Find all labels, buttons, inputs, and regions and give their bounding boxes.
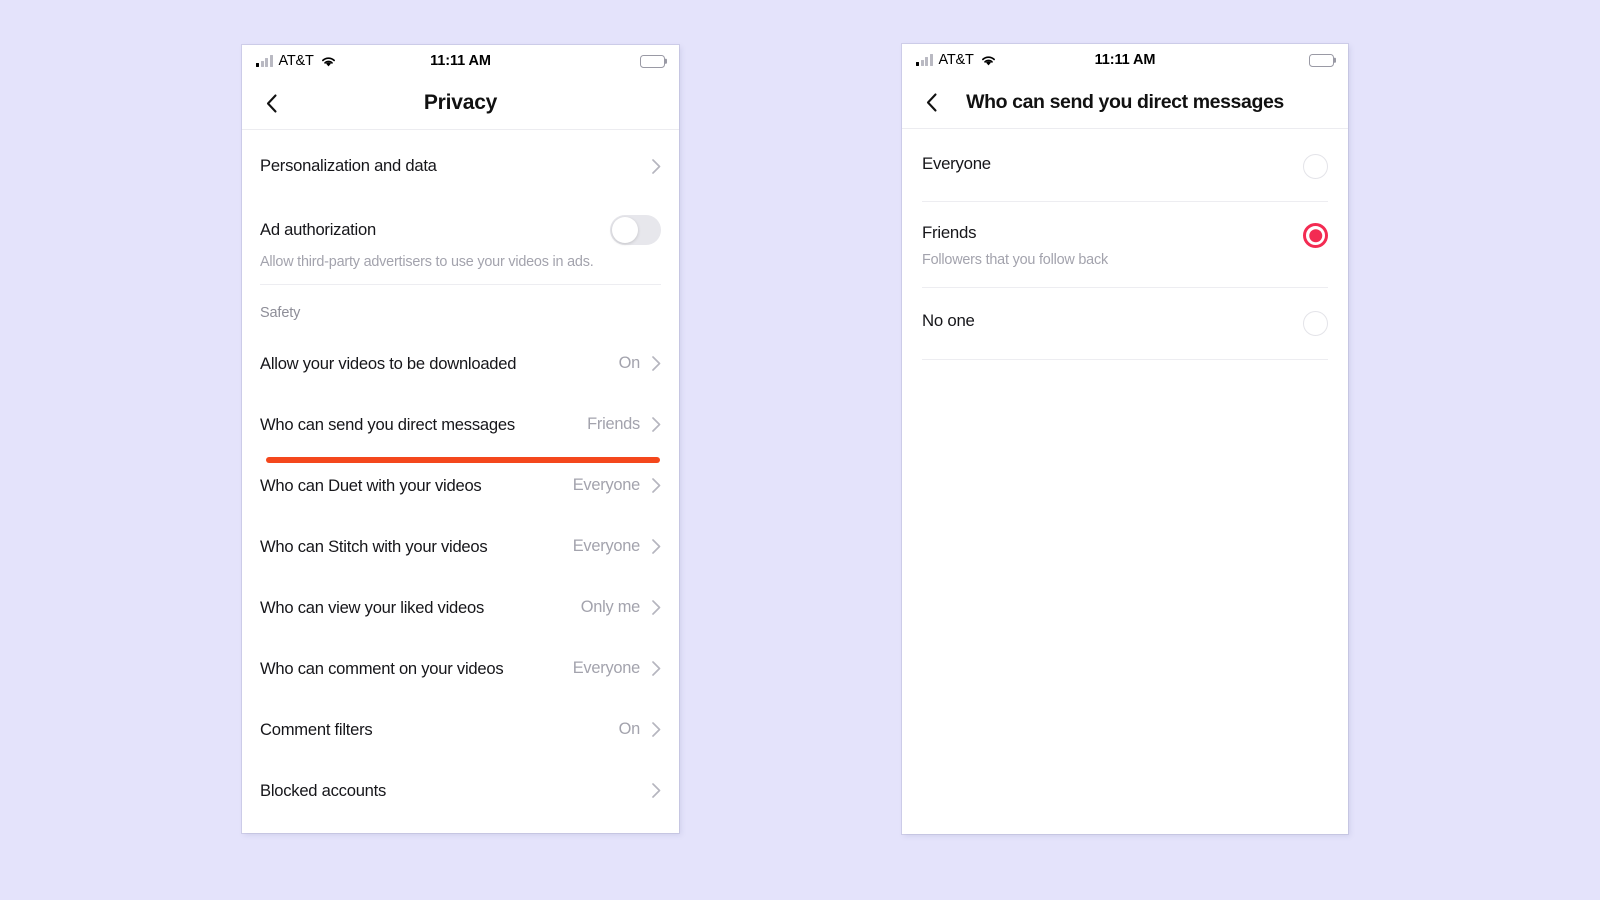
row-who-can-view-liked-videos[interactable]: Who can view your liked videos Only me [260,577,661,638]
back-button[interactable] [258,90,284,116]
option-label: No one [922,311,975,331]
row-label: Blocked accounts [260,780,387,800]
status-bar-right-group [1309,53,1334,67]
row-subtitle: Allow third-party advertisers to use you… [260,254,594,270]
phone-dm-options-screen: AT&T 11:11 AM Who can send you direct me… [902,44,1348,834]
option-no-one[interactable]: No one [922,288,1328,337]
row-who-can-duet[interactable]: Who can Duet with your videos Everyone [260,455,661,516]
divider [922,359,1328,361]
back-button[interactable] [918,89,944,115]
option-friends[interactable]: Friends Followers that you follow back [922,202,1328,268]
row-label: Comment filters [260,719,373,739]
row-value: Everyone [572,476,641,494]
status-bar-left-group: AT&T [256,53,337,69]
row-label: Ad authorization [260,220,376,239]
signal-bars-icon [916,54,933,66]
row-who-can-stitch[interactable]: Who can Stitch with your videos Everyone [260,516,661,577]
row-value: Everyone [572,659,641,677]
chevron-right-icon [652,158,661,174]
carrier-label: AT&T [938,52,974,68]
battery-icon [640,54,665,68]
status-bar-right-group [640,54,665,68]
radio-no-one[interactable] [1303,311,1328,337]
status-bar-left: AT&T 11:11 AM [242,45,679,77]
wifi-icon [320,55,337,68]
row-allow-videos-downloaded[interactable]: Allow your videos to be downloaded On [260,333,661,394]
wifi-icon [980,54,997,67]
chevron-right-icon [652,722,661,737]
chevron-left-icon [926,92,937,112]
row-who-can-comment[interactable]: Who can comment on your videos Everyone [260,638,661,699]
row-who-can-send-direct-messages[interactable]: Who can send you direct messages Friends [260,394,661,463]
option-everyone[interactable]: Everyone [922,129,1328,179]
chevron-right-icon [652,783,661,798]
chevron-right-icon [652,600,661,615]
radio-friends[interactable] [1303,223,1328,248]
radio-everyone[interactable] [1303,154,1328,179]
row-personalization-and-data[interactable]: Personalization and data [260,130,661,202]
row-label: Who can Duet with your videos [260,475,482,495]
row-comment-filters[interactable]: Comment filters On [260,699,661,760]
toggle-knob [612,217,638,243]
page-title: Who can send you direct messages [966,90,1284,113]
phone-privacy-screen: AT&T 11:11 AM Privacy Personalization an… [242,45,679,833]
row-value: Friends [587,415,640,433]
option-subtitle: Followers that you follow back [922,252,1108,269]
row-label: Allow your videos to be downloaded [260,353,517,373]
ad-authorization-toggle[interactable] [610,215,661,245]
section-header-safety: Safety [260,305,301,321]
row-value: On [618,720,641,738]
status-bar-left-group: AT&T [916,52,997,68]
carrier-label: AT&T [278,53,314,69]
chevron-right-icon [652,478,661,493]
row-label: Who can comment on your videos [260,658,504,678]
signal-bars-icon [256,55,273,67]
option-label: Friends [922,223,977,242]
option-label: Everyone [922,154,991,173]
chevron-right-icon [652,661,661,676]
page-title: Privacy [423,91,498,114]
chevron-left-icon [266,93,277,113]
chevron-right-icon [652,356,661,371]
row-label: Personalization and data [260,156,437,175]
status-bar-right: AT&T 11:11 AM [902,44,1348,76]
chevron-right-icon [652,417,661,432]
row-value: Everyone [572,537,641,555]
row-label: Who can send you direct messages [260,414,515,434]
nav-bar-left: Privacy [242,77,679,129]
battery-icon [1309,53,1334,67]
dm-options-list: Everyone Friends Followers that you foll… [902,129,1348,361]
row-label: Who can view your liked videos [260,597,484,617]
row-value: Only me [580,598,641,616]
privacy-settings-list: Personalization and data Ad authorizatio… [242,130,679,821]
row-blocked-accounts[interactable]: Blocked accounts [260,760,661,821]
row-value: On [618,354,641,372]
row-ad-authorization[interactable]: Ad authorization Allow third-party adver… [260,202,661,284]
row-label: Who can Stitch with your videos [260,536,488,556]
chevron-right-icon [652,539,661,554]
nav-bar-right: Who can send you direct messages [902,76,1348,128]
